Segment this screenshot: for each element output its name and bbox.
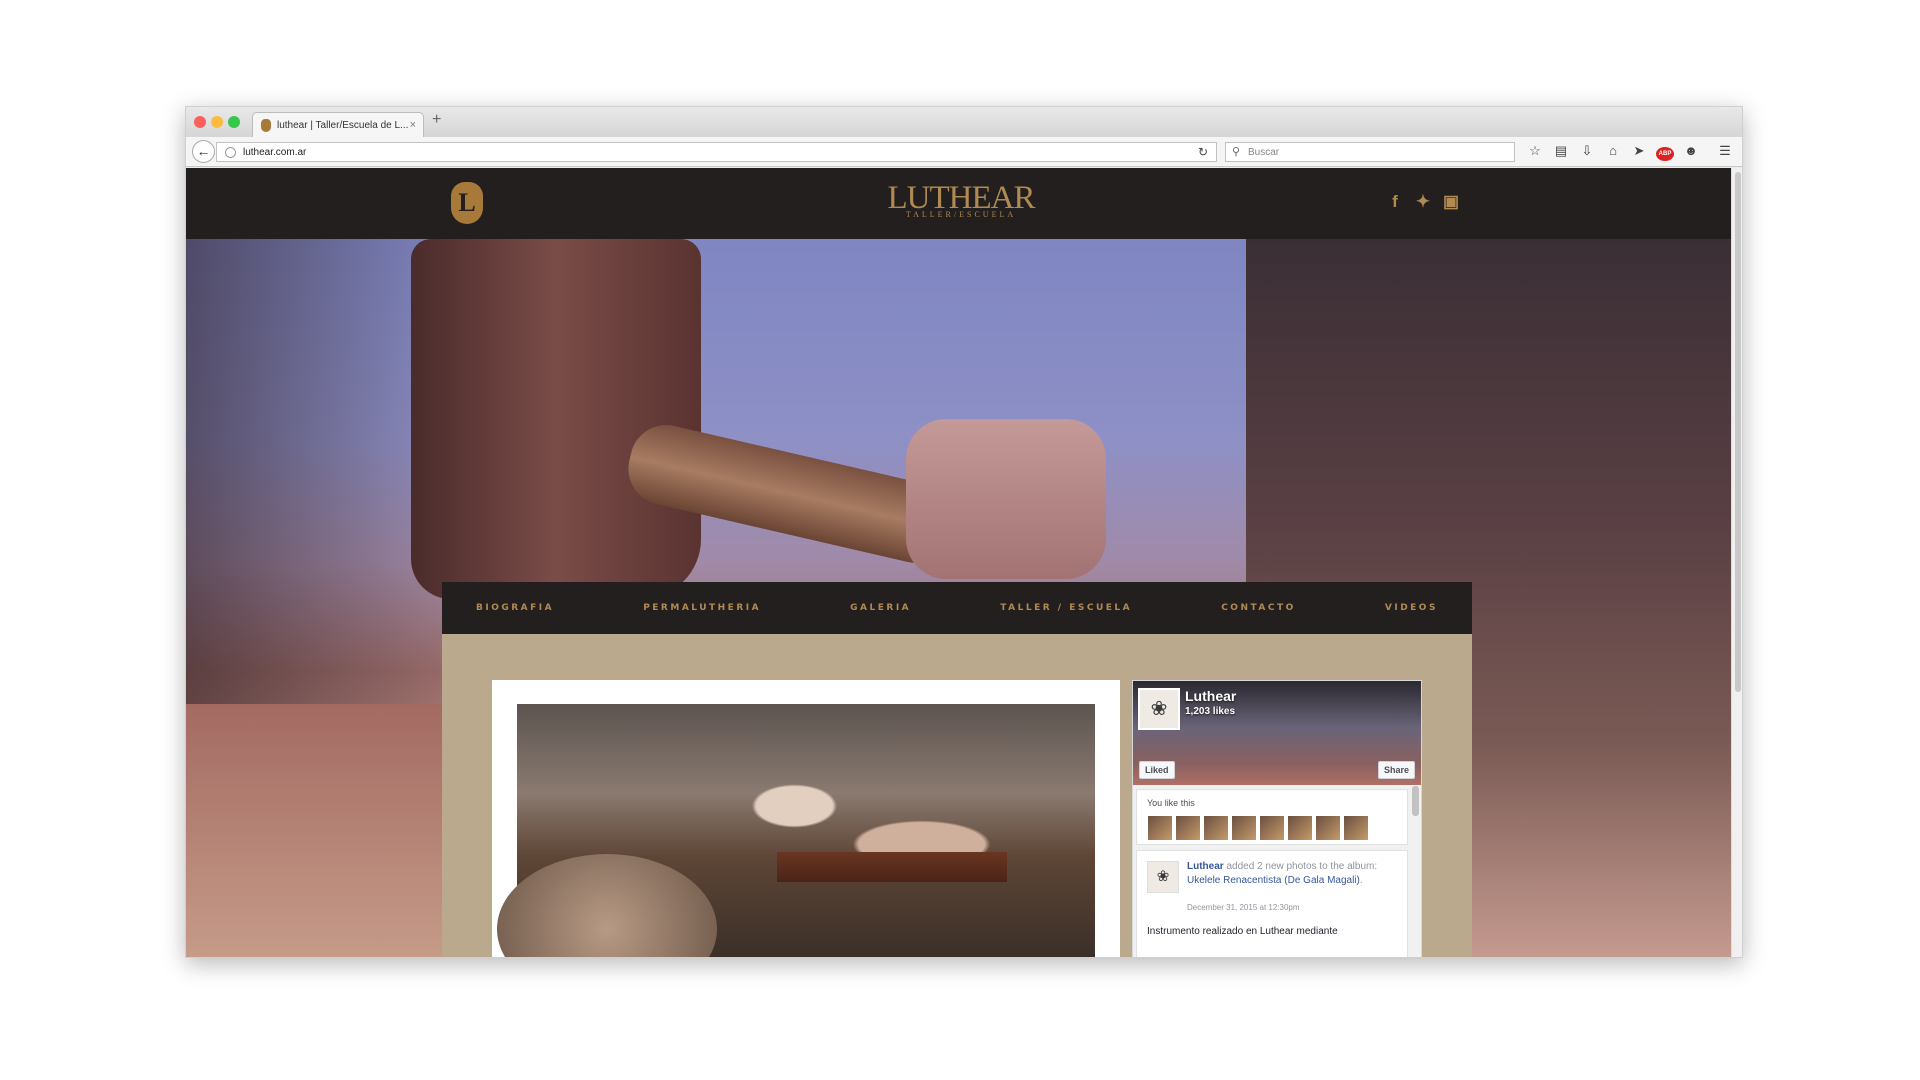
fb-post-text: Luthear added 2 new photos to the album:… bbox=[1187, 860, 1397, 888]
menu-item-galeria[interactable]: GALERIA bbox=[850, 603, 911, 613]
hero-wood-block bbox=[186, 704, 448, 957]
adblock-icon[interactable]: ABP bbox=[1656, 143, 1674, 163]
fb-likes-count: 1,203 likes bbox=[1185, 706, 1236, 717]
fb-timeline: You like this ❀ Luthear added 2 new phot… bbox=[1133, 785, 1421, 957]
site-info-icon[interactable] bbox=[225, 147, 236, 158]
friend-avatar[interactable] bbox=[1315, 815, 1341, 841]
send-icon[interactable]: ➤ bbox=[1630, 143, 1648, 163]
post-card bbox=[492, 680, 1120, 957]
fb-post-period: . bbox=[1359, 875, 1363, 886]
menu-item-videos[interactable]: VIDEOS bbox=[1385, 603, 1438, 613]
main-menu: BIOGRAFIA PERMALUTHERIA GALERIA TALLER /… bbox=[442, 582, 1472, 634]
wood-board bbox=[777, 852, 1007, 882]
fb-share-label: Share bbox=[1383, 765, 1409, 775]
fb-post-body: Instrumento realizado en Luthear mediant… bbox=[1147, 926, 1338, 937]
address-bar[interactable]: luthear.com.ar ↻ bbox=[216, 142, 1217, 162]
fb-post-album-link[interactable]: Ukelele Renacentista (De Gala Magali) bbox=[1187, 875, 1360, 886]
friend-avatar[interactable] bbox=[1231, 815, 1257, 841]
menu-icon[interactable]: ☰ bbox=[1716, 143, 1734, 163]
site-logo[interactable]: L bbox=[451, 182, 483, 224]
hero-mallet bbox=[411, 239, 701, 599]
chat-icon[interactable]: ☻ bbox=[1682, 143, 1700, 163]
content-area: ❀ Luthear 1,203 likes Liked Share You li… bbox=[442, 634, 1472, 957]
post-photo[interactable] bbox=[497, 704, 1095, 957]
fb-post-action: added 2 new photos to the album: bbox=[1223, 861, 1378, 872]
scrollbar-thumb[interactable] bbox=[1735, 172, 1741, 692]
search-placeholder: Buscar bbox=[1248, 147, 1280, 158]
twitter-icon[interactable]: ✦ bbox=[1414, 192, 1432, 212]
page-scrollbar[interactable] bbox=[1731, 168, 1742, 957]
instagram-icon[interactable]: ▣ bbox=[1442, 192, 1460, 212]
friend-avatar[interactable] bbox=[1175, 815, 1201, 841]
browser-tab[interactable]: luthear | Taller/Escuela de L... × bbox=[252, 112, 424, 137]
fb-share-button[interactable]: Share bbox=[1377, 761, 1415, 779]
fb-post-date[interactable]: December 31, 2015 at 12:30pm bbox=[1187, 903, 1300, 912]
brand-subtitle: TALLER/ESCUELA bbox=[905, 210, 1017, 219]
favicon-icon bbox=[261, 119, 271, 132]
tab-strip: luthear | Taller/Escuela de L... × + bbox=[186, 107, 1742, 137]
search-icon: ⚲ bbox=[1232, 146, 1241, 158]
menu-item-contacto[interactable]: CONTACTO bbox=[1221, 603, 1296, 613]
search-input[interactable]: ⚲ Buscar bbox=[1225, 142, 1515, 162]
friend-avatar[interactable] bbox=[1343, 815, 1369, 841]
bookmark-star-icon[interactable]: ☆ bbox=[1526, 143, 1544, 163]
new-tab-button[interactable]: + bbox=[432, 111, 441, 129]
toolbar-icons: ☆ ▤ ⇩ ⌂ ➤ ABP ☻ ☰ bbox=[1526, 143, 1734, 163]
fb-page-name[interactable]: Luthear bbox=[1185, 688, 1236, 704]
fb-liked-button[interactable]: Liked bbox=[1139, 761, 1175, 779]
bookmarks-icon[interactable]: ▤ bbox=[1552, 143, 1570, 163]
navigation-bar: ← luthear.com.ar ↻ ⚲ Buscar ☆ ▤ ⇩ ⌂ ➤ AB… bbox=[186, 137, 1742, 167]
brand-wordmark[interactable]: LUTHEAR TALLER/ESCUELA bbox=[886, 182, 1036, 220]
fb-post-author[interactable]: Luthear bbox=[1187, 861, 1224, 872]
close-tab-icon[interactable]: × bbox=[410, 119, 416, 131]
close-window-button[interactable] bbox=[194, 116, 206, 128]
sanding-disc bbox=[497, 854, 717, 957]
friend-avatar[interactable] bbox=[1203, 815, 1229, 841]
social-links: f ✦ ▣ bbox=[1386, 192, 1460, 212]
fb-you-like-text: You like this bbox=[1147, 798, 1195, 808]
back-button[interactable]: ← bbox=[192, 140, 215, 163]
tab-title: luthear | Taller/Escuela de L... bbox=[277, 120, 409, 131]
page-viewport: L LUTHEAR TALLER/ESCUELA f ✦ ▣ BIOGRAFIA… bbox=[186, 168, 1731, 957]
home-icon[interactable]: ⌂ bbox=[1604, 143, 1622, 163]
download-icon[interactable]: ⇩ bbox=[1578, 143, 1596, 163]
facebook-widget: ❀ Luthear 1,203 likes Liked Share You li… bbox=[1132, 680, 1422, 957]
fb-friend-faces bbox=[1147, 815, 1369, 841]
friend-avatar[interactable] bbox=[1259, 815, 1285, 841]
fb-post: ❀ Luthear added 2 new photos to the albu… bbox=[1136, 850, 1408, 957]
fb-liked-label: Liked bbox=[1145, 765, 1169, 775]
fb-you-like-box: You like this bbox=[1136, 789, 1408, 845]
menu-item-permalutheria[interactable]: PERMALUTHERIA bbox=[643, 603, 761, 613]
menu-item-taller-escuela[interactable]: TALLER / ESCUELA bbox=[1000, 603, 1132, 613]
site-header: L LUTHEAR TALLER/ESCUELA f ✦ ▣ bbox=[186, 168, 1731, 239]
friend-avatar[interactable] bbox=[1287, 815, 1313, 841]
facebook-icon[interactable]: f bbox=[1386, 192, 1404, 212]
hero-hand bbox=[906, 419, 1106, 579]
fb-scrollbar[interactable] bbox=[1412, 786, 1419, 816]
menu-item-biografia[interactable]: BIOGRAFIA bbox=[476, 603, 554, 613]
url-text: luthear.com.ar bbox=[243, 147, 307, 158]
fb-post-avatar[interactable]: ❀ bbox=[1147, 861, 1179, 893]
fb-page-avatar[interactable]: ❀ bbox=[1138, 688, 1180, 730]
minimize-window-button[interactable] bbox=[211, 116, 223, 128]
friend-avatar[interactable] bbox=[1147, 815, 1173, 841]
zoom-window-button[interactable] bbox=[228, 116, 240, 128]
fb-cover[interactable]: ❀ Luthear 1,203 likes Liked Share bbox=[1133, 681, 1421, 785]
reload-icon[interactable]: ↻ bbox=[1198, 145, 1208, 159]
browser-window: luthear | Taller/Escuela de L... × + ← l… bbox=[185, 106, 1743, 958]
